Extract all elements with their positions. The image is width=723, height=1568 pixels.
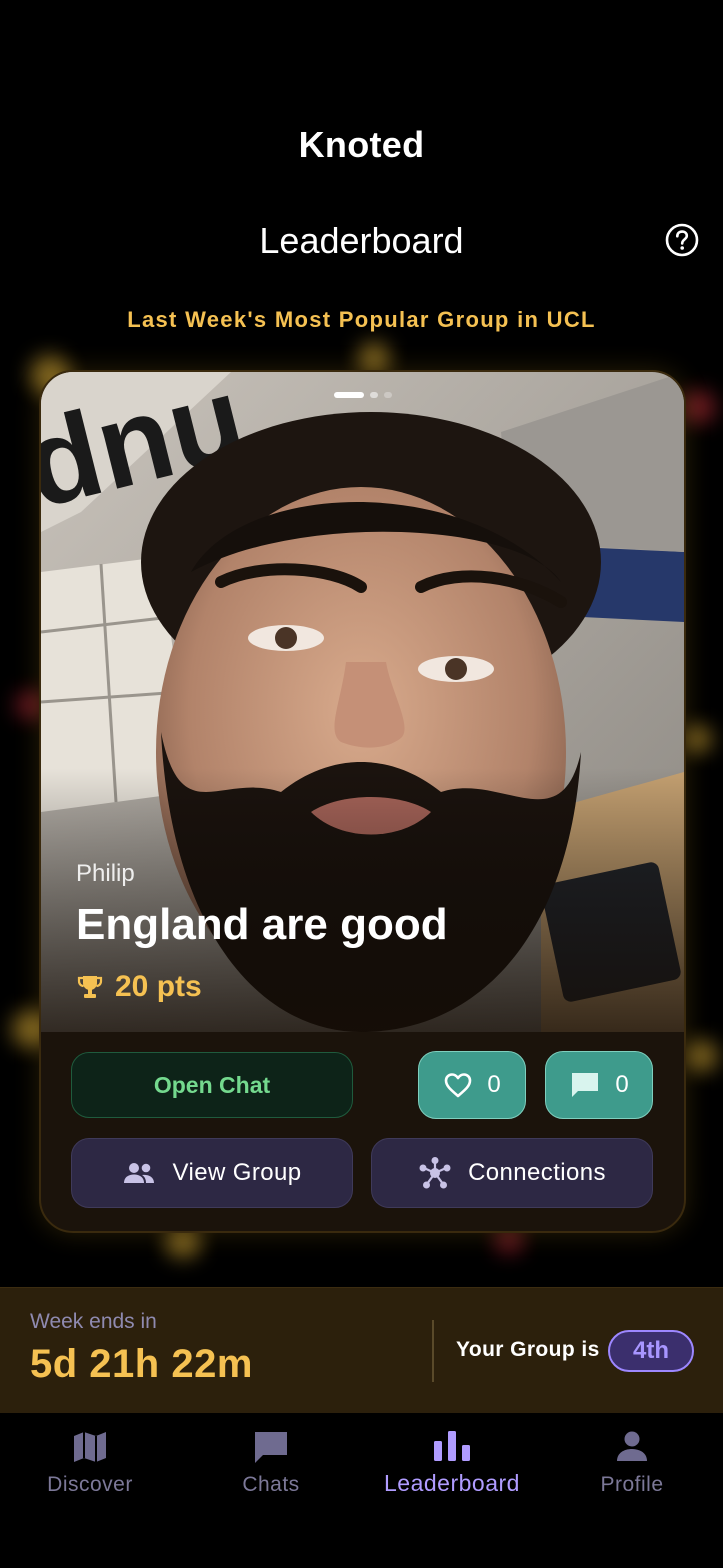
background-glow [686,1040,718,1072]
carousel-indicator [41,392,684,398]
nav-item-profile[interactable]: Profile [542,1413,722,1523]
nav-label-chats: Chats [242,1473,300,1496]
nav-item-discover[interactable]: Discover [0,1413,180,1523]
person-icon [617,1431,647,1461]
background-glow [682,390,716,424]
view-group-label: View Group [172,1159,302,1186]
group-rank-label: Your Group is [456,1338,600,1361]
bottom-navigation: Discover Chats Leaderboard Profile [0,1413,723,1568]
background-glow [684,725,712,753]
trophy-icon [77,976,103,998]
carousel-dot[interactable] [333,392,364,398]
leaderboard-subtitle: Last Week's Most Popular Group in UCL [127,307,596,332]
group-name: England are good [76,900,448,949]
nav-label-leaderboard: Leaderboard [384,1470,520,1496]
like-count: 0 [487,1071,501,1098]
comment-button[interactable]: 0 [545,1051,653,1119]
group-card[interactable]: dnu Philip [39,370,686,1233]
nav-label-profile: Profile [600,1473,664,1496]
group-photo[interactable]: dnu Philip [41,372,684,1032]
heart-icon [445,1073,472,1098]
comment-count: 0 [615,1071,629,1098]
network-icon [419,1157,451,1189]
nav-item-chats[interactable]: Chats [181,1413,361,1523]
carousel-dot[interactable] [383,392,392,398]
group-rank-badge: 4th [608,1330,694,1372]
carousel-dot[interactable] [369,392,378,398]
page-title: Leaderboard [259,220,464,261]
nav-label-discover: Discover [47,1473,133,1496]
comment-icon [572,1073,599,1097]
people-icon [123,1163,154,1183]
group-points: 20 pts [77,970,202,1004]
chat-bubble-icon [255,1432,287,1463]
help-circle-icon[interactable] [665,223,699,257]
week-countdown: 5d 21h 22m [30,1342,253,1386]
like-button[interactable]: 0 [418,1051,526,1119]
group-author: Philip [76,860,135,887]
connections-button[interactable]: Connections [371,1138,653,1208]
points-value: 20 pts [115,970,202,1003]
open-chat-button[interactable]: Open Chat [71,1052,353,1118]
weekly-status-bar: Week ends in 5d 21h 22m Your Group is 4t… [0,1287,723,1414]
view-group-button[interactable]: View Group [71,1138,353,1208]
status-divider [432,1320,434,1382]
bar-chart-icon [434,1431,470,1461]
open-chat-label: Open Chat [153,1071,271,1098]
app-title: Knoted [298,124,425,165]
map-icon [74,1432,106,1462]
connections-label: Connections [468,1159,606,1186]
week-ends-label: Week ends in [30,1310,157,1333]
nav-item-leaderboard[interactable]: Leaderboard [362,1413,542,1523]
